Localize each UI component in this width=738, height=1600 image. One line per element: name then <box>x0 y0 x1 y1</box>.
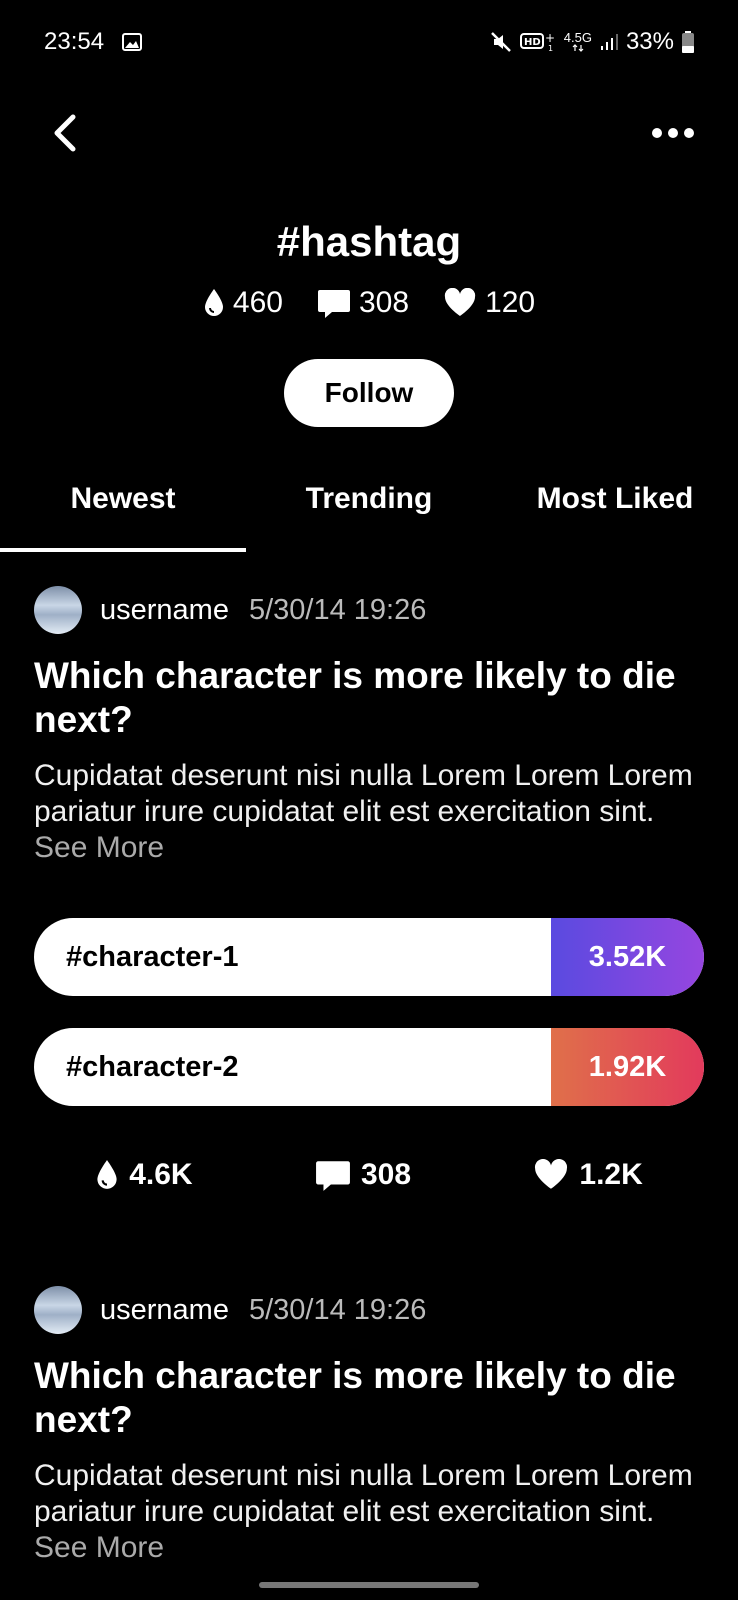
vote-option-label: #character-1 <box>66 940 239 973</box>
post-card: username 5/30/14 19:26 Which character i… <box>34 1284 704 1566</box>
post-username[interactable]: username <box>100 594 229 627</box>
hashtag-likes-stat: 120 <box>443 286 535 320</box>
post-likes-button[interactable]: 1.2K <box>533 1158 643 1192</box>
post-header: username 5/30/14 19:26 <box>34 584 704 636</box>
status-icons: HD +1 4.5G 33% <box>490 28 694 56</box>
tab-newest[interactable]: Newest <box>0 470 246 552</box>
heart-icon <box>444 288 476 316</box>
hd-icon: HD +1 <box>519 31 556 53</box>
post-title[interactable]: Which character is more likely to die ne… <box>34 1354 704 1442</box>
vote-option-1[interactable]: #character-1 3.52K <box>34 918 704 996</box>
post-likes-count: 1.2K <box>579 1158 643 1191</box>
post-comments-button[interactable]: 308 <box>315 1158 411 1192</box>
hashtag-drops-stat: 460 <box>203 286 283 320</box>
hashtag-drops-count: 460 <box>232 286 283 319</box>
svg-text:+: + <box>545 31 555 45</box>
post-comments-count: 308 <box>360 1158 412 1191</box>
drop-icon <box>204 289 223 316</box>
avatar[interactable] <box>34 1286 82 1334</box>
post-drops-button[interactable]: 4.6K <box>95 1158 193 1192</box>
see-more-link[interactable]: See More <box>34 1531 164 1564</box>
hashtag-stats: 460 308 120 <box>0 286 738 320</box>
svg-text:HD: HD <box>524 37 541 48</box>
network-label: 4.5G <box>563 30 592 45</box>
post-body-text: Cupidatat deserunt nisi nulla Lorem Lore… <box>34 1459 693 1528</box>
back-button[interactable] <box>44 110 84 156</box>
post-username[interactable]: username <box>100 1294 229 1327</box>
post-card: username 5/30/14 19:26 Which character i… <box>34 584 704 1192</box>
more-horizontal-icon <box>652 128 694 138</box>
see-more-link[interactable]: See More <box>34 831 164 864</box>
post-header: username 5/30/14 19:26 <box>34 1284 704 1336</box>
tab-most-liked[interactable]: Most Liked <box>492 470 738 552</box>
post-title[interactable]: Which character is more likely to die ne… <box>34 654 704 742</box>
post-stats: 4.6K 308 1.2K <box>34 1158 704 1192</box>
status-bar: 23:54 HD +1 4.5G 33% <box>0 0 738 90</box>
hashtag-comments-stat: 308 <box>317 286 409 320</box>
chevron-left-icon <box>54 114 76 152</box>
home-indicator[interactable] <box>259 1582 479 1588</box>
comment-icon <box>316 1161 350 1191</box>
post-body: Cupidatat deserunt nisi nulla Lorem Lore… <box>34 758 704 866</box>
post-body-text: Cupidatat deserunt nisi nulla Lorem Lore… <box>34 759 693 828</box>
svg-text:1: 1 <box>548 44 553 53</box>
vote-option-count: 1.92K <box>551 1028 704 1106</box>
hashtag-title: #hashtag <box>276 218 462 265</box>
follow-button[interactable]: Follow <box>284 359 454 427</box>
network-indicator: 4.5G <box>563 30 592 52</box>
gallery-icon <box>122 33 142 51</box>
tab-trending[interactable]: Trending <box>246 470 492 552</box>
post-body: Cupidatat deserunt nisi nulla Lorem Lore… <box>34 1458 704 1566</box>
drop-icon <box>97 1160 117 1189</box>
status-time: 23:54 <box>44 28 105 55</box>
more-options-button[interactable] <box>648 118 698 148</box>
post-timestamp: 5/30/14 19:26 <box>248 1293 427 1326</box>
battery-icon <box>682 31 694 53</box>
post-timestamp: 5/30/14 19:26 <box>248 593 427 626</box>
battery-level: 33% <box>625 28 674 55</box>
sort-tabs: Newest Trending Most Liked <box>0 470 738 552</box>
mute-icon <box>490 31 512 53</box>
hashtag-likes-count: 120 <box>485 286 536 319</box>
heart-icon <box>535 1159 568 1189</box>
hashtag-comments-count: 308 <box>358 286 410 319</box>
avatar[interactable] <box>34 586 82 634</box>
post-drops-count: 4.6K <box>129 1158 193 1191</box>
comment-icon <box>317 290 350 318</box>
signal-icon <box>600 32 618 52</box>
vote-option-2[interactable]: #character-2 1.92K <box>34 1028 704 1106</box>
vote-option-label: #character-2 <box>66 1050 239 1083</box>
vote-option-count: 3.52K <box>551 918 704 996</box>
